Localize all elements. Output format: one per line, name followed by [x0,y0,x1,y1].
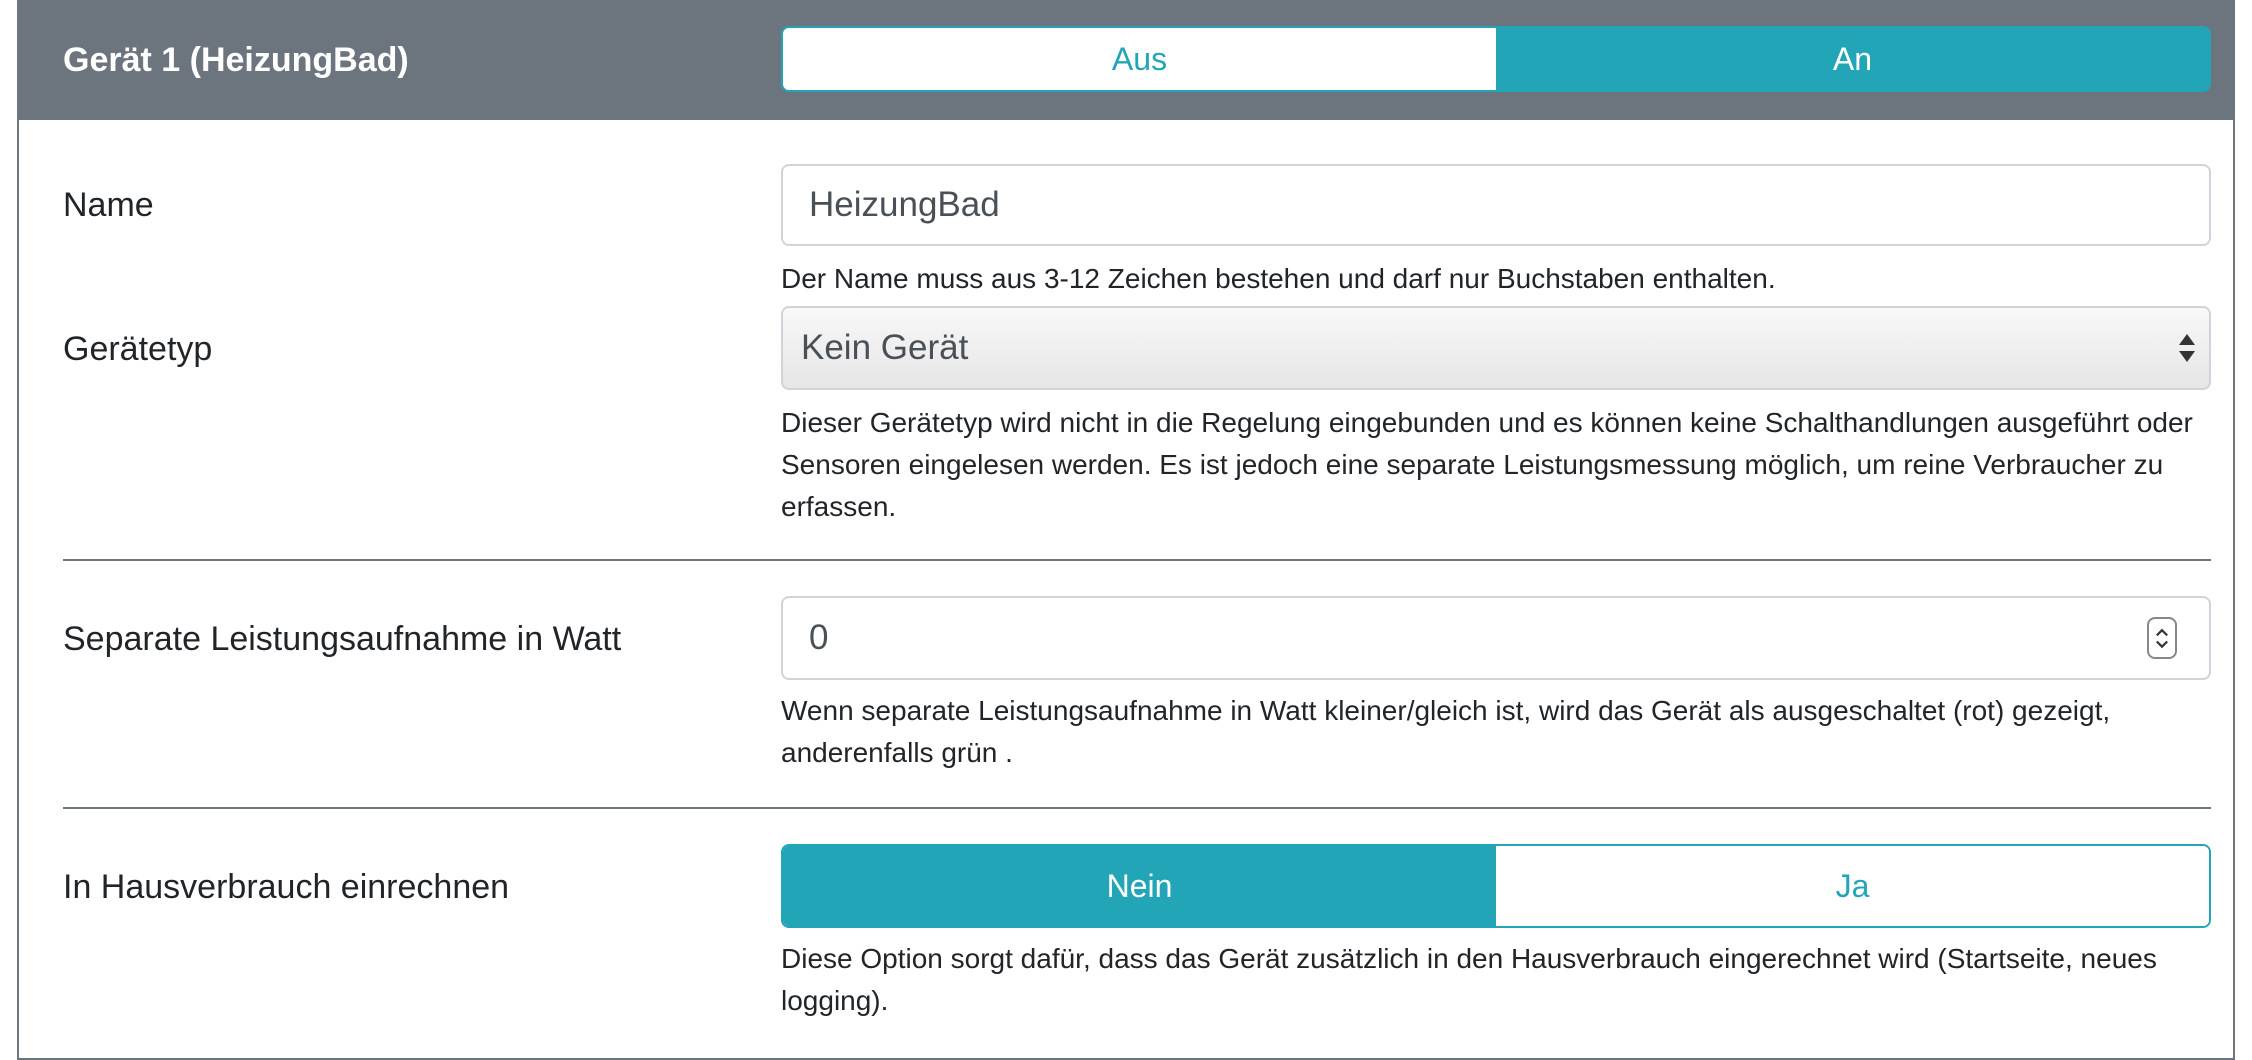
power-help-text: Wenn separate Leistungsaufnahme in Watt … [781,695,2111,768]
section-divider [63,807,2211,809]
house-consumption-yes-button[interactable]: Ja [1496,846,2209,926]
device-card: Gerät 1 (HeizungBad) Aus An Name Der Nam… [17,0,2235,1060]
device-type-help-text: Dieser Gerätetyp wird nicht in die Regel… [781,407,2193,522]
device-state-toggle: Aus An [781,26,2211,92]
toggle-off-button[interactable]: Aus [783,28,1496,90]
power-input[interactable] [781,596,2211,680]
section-divider [63,559,2211,561]
power-label: Separate Leistungsaufnahme in Watt [63,620,622,658]
name-label: Name [63,186,154,224]
name-help-text: Der Name muss aus 3-12 Zeichen bestehen … [781,263,1776,294]
house-consumption-toggle: Nein Ja [781,844,2211,928]
name-input[interactable] [781,164,2211,246]
number-spinner-icon[interactable] [2147,617,2177,659]
device-type-selected-value: Kein Gerät [801,328,969,367]
card-header: Gerät 1 (HeizungBad) Aus An [19,0,2233,120]
device-type-label: Gerätetyp [63,330,213,368]
device-type-select[interactable]: Kein Gerät [781,306,2211,390]
device-title: Gerät 1 (HeizungBad) [63,41,409,79]
house-consumption-no-button[interactable]: Nein [783,846,1496,926]
select-arrows-icon [2179,334,2195,362]
toggle-on-button[interactable]: An [1496,28,2209,90]
house-consumption-help-text: Diese Option sorgt dafür, dass das Gerät… [781,943,2157,1016]
house-consumption-label: In Hausverbrauch einrechnen [63,868,510,906]
